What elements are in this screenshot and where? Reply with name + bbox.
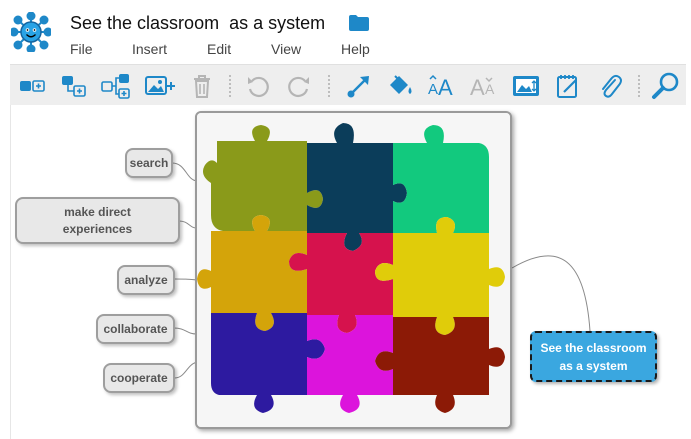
branch-node-make-direct-experiences[interactable]: make direct experiences [15, 197, 180, 244]
branch-node-label: analyze [124, 272, 168, 287]
central-topic-label: See the classroom as a system [540, 340, 647, 373]
puzzle-image [197, 113, 510, 427]
central-topic-node[interactable]: See the classroom as a system [530, 331, 657, 382]
branch-node-collaborate[interactable]: collaborate [96, 314, 175, 344]
branch-node-label: search [129, 155, 169, 170]
branch-node-label: cooperate [110, 370, 168, 385]
branch-node-analyze[interactable]: analyze [117, 265, 175, 295]
branch-node-cooperate[interactable]: cooperate [103, 363, 175, 393]
branch-node-label: collaborate [103, 321, 168, 336]
branch-node-label: make direct experiences [62, 204, 133, 236]
branch-node-search[interactable]: search [125, 148, 173, 178]
image-node-puzzle[interactable] [195, 111, 512, 429]
